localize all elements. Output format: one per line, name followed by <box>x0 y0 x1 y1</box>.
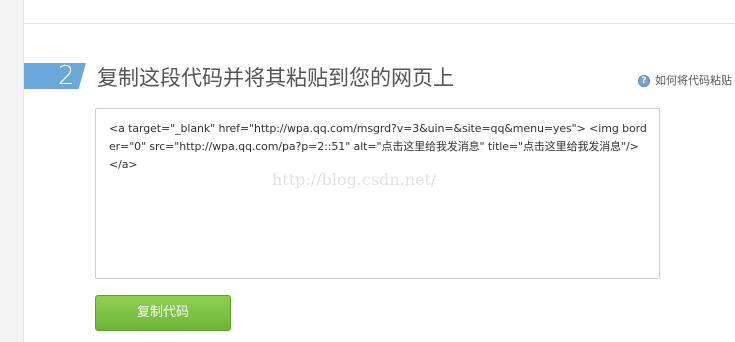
code-snippet-text[interactable]: <a target="_blank" href="http://wpa.qq.c… <box>109 120 647 174</box>
step-title: 复制这段代码并将其粘贴到您的网页上 <box>97 66 454 90</box>
step-badge <box>24 63 86 89</box>
help-link-label: 如何将代码粘贴 <box>655 74 732 87</box>
section-divider <box>24 23 735 24</box>
step-number: 2 <box>58 61 75 91</box>
code-snippet-box[interactable]: <a target="_blank" href="http://wpa.qq.c… <box>95 108 660 279</box>
left-sidebar-strip <box>0 0 24 342</box>
question-circle-icon: ? <box>638 75 650 87</box>
copy-code-button[interactable]: 复制代码 <box>95 295 231 331</box>
help-link[interactable]: ? 如何将代码粘贴 <box>638 74 732 88</box>
